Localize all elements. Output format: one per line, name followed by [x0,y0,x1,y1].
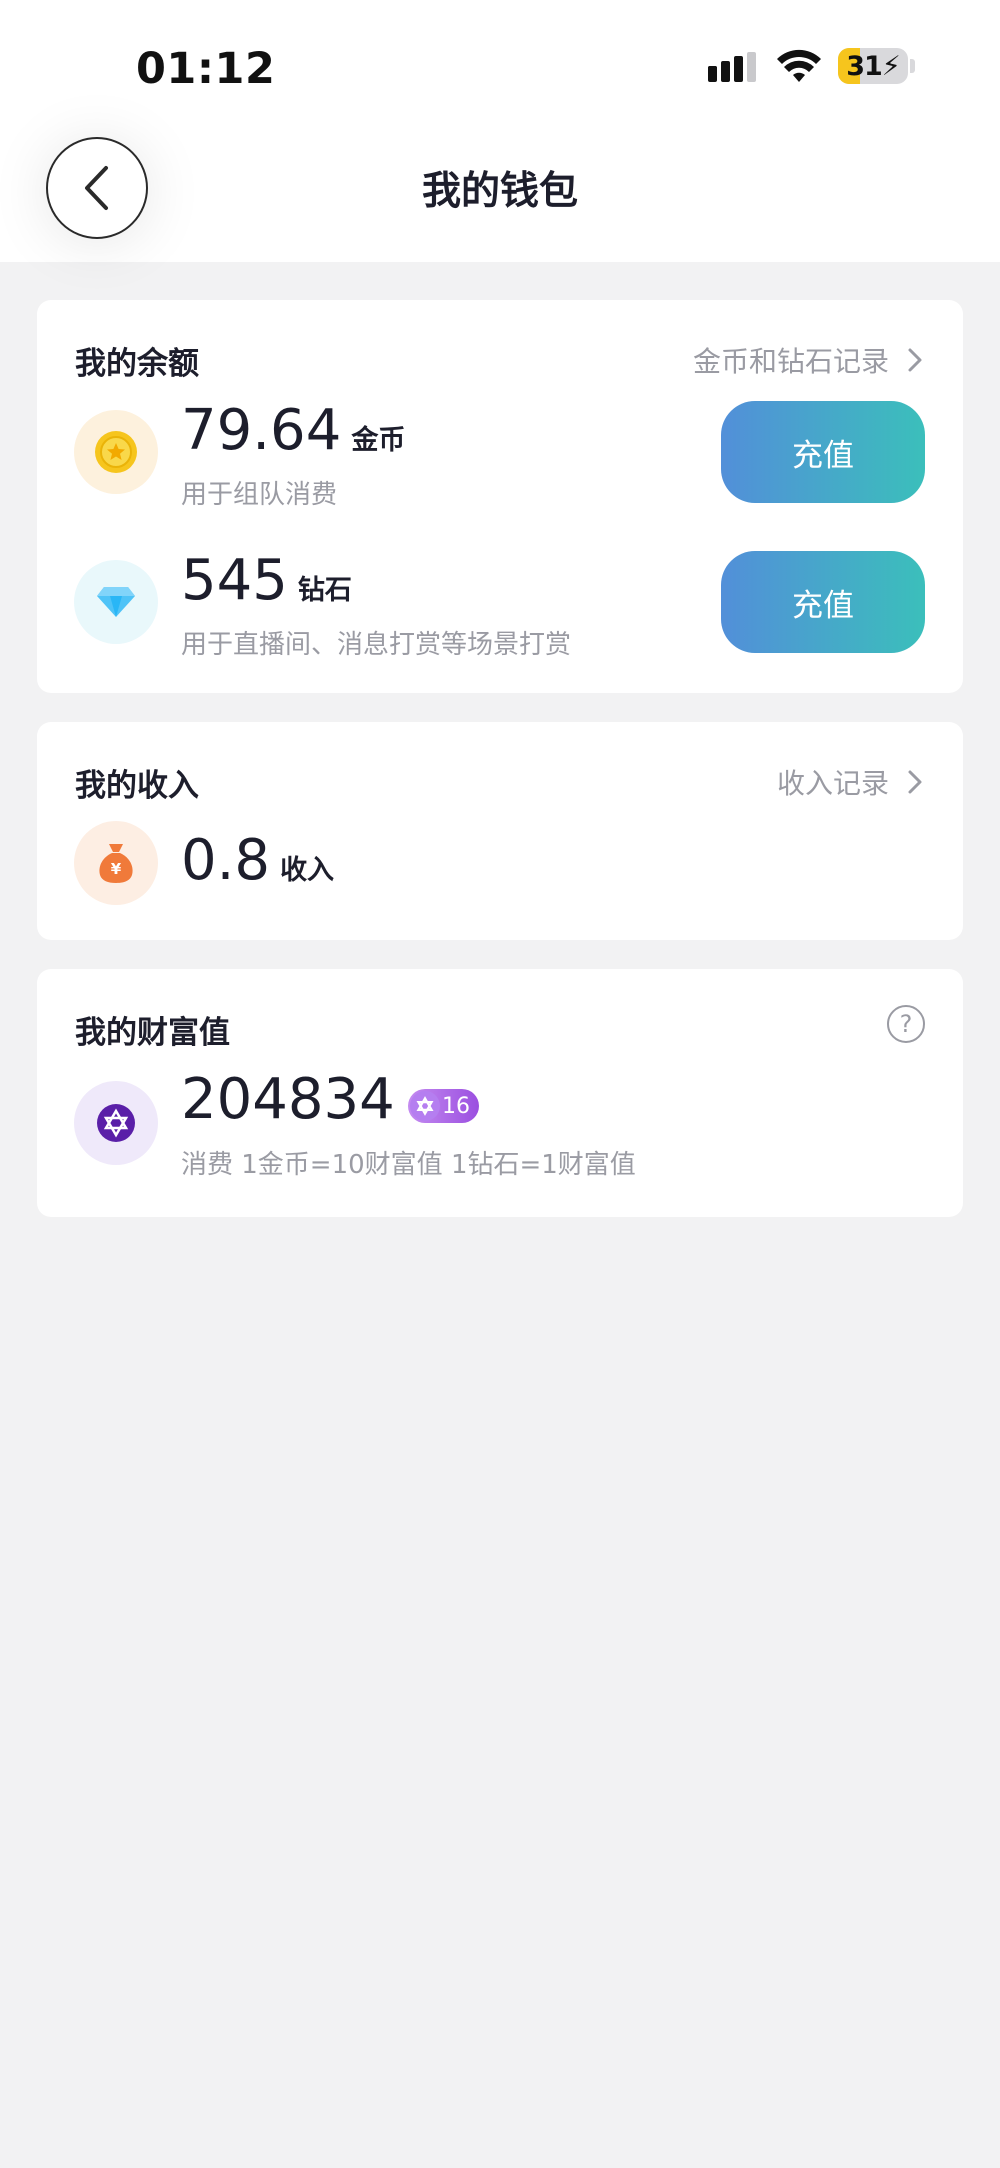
income-amount: 0.8 收入 [181,828,334,893]
cellular-signal-icon [708,52,756,82]
coin-balance-value: 79.64 [181,398,342,463]
income-unit: 收入 [280,855,335,886]
coin-icon-wrap [74,410,158,494]
coin-description: 用于组队消费 [181,480,338,510]
income-value: 0.8 [181,828,271,893]
income-records-link[interactable]: 收入记录 [777,762,923,802]
diamond-icon [97,587,135,617]
question-mark-icon[interactable]: ? [887,1005,925,1043]
coin-diamond-records-link[interactable]: 金币和钻石记录 [693,340,923,380]
wealth-title: 我的财富值 [75,1015,230,1051]
money-bag-icon: ¥ [99,844,133,883]
header: 01:12 31 ⚡ 我的钱包 [0,0,1000,262]
wifi-icon [777,49,821,82]
coin-balance: 79.64 金币 [181,398,405,463]
wealth-level: 16 [442,1093,470,1119]
battery-level: 31 [846,50,883,82]
wealth-card: 我的财富值 ? 204834 16 消费 1金币=10财富值 1钻石=1财富值 [37,969,963,1217]
recharge-coins-button[interactable]: 充值 [721,401,925,503]
star-of-david-icon [97,1104,135,1142]
diamond-balance: 545 钻石 [181,548,352,613]
income-card: 我的收入 收入记录 ¥ 0.8 收入 [37,722,963,940]
battery-icon: 31 ⚡ [838,48,908,84]
wealth-description: 消费 1金币=10财富值 1钻石=1财富值 [181,1150,636,1180]
page-title: 我的钱包 [421,169,578,214]
coin-icon [95,431,137,473]
chevron-right-icon [908,348,922,372]
wealth-level-badge: 16 [408,1089,479,1123]
wealth-amount: 204834 [181,1067,395,1132]
income-records-label: 收入记录 [776,767,889,800]
balance-card: 我的余额 金币和钻石记录 79.64 金币 用于组队消费 充值 545 钻石 用于直… [37,300,963,693]
wealth-icon-wrap [74,1081,158,1165]
recharge-diamonds-button[interactable]: 充值 [721,551,925,653]
diamond-balance-value: 545 [181,548,288,613]
battery-cap [910,59,915,73]
diamond-icon-wrap [74,560,158,644]
balance-title: 我的余额 [75,346,199,382]
coin-unit: 金币 [351,425,406,456]
diamond-description: 用于直播间、消息打赏等场景打赏 [181,630,572,660]
coin-diamond-records-label: 金币和钻石记录 [692,345,889,378]
income-title: 我的收入 [75,768,199,804]
chevron-right-icon [908,770,922,794]
star-of-david-icon [410,1091,440,1121]
money-bag-icon-wrap: ¥ [74,821,158,905]
diamond-unit: 钻石 [297,575,352,606]
svg-text:¥: ¥ [111,860,122,878]
charging-bolt-icon: ⚡ [881,50,901,82]
status-time: 01:12 [136,44,276,94]
